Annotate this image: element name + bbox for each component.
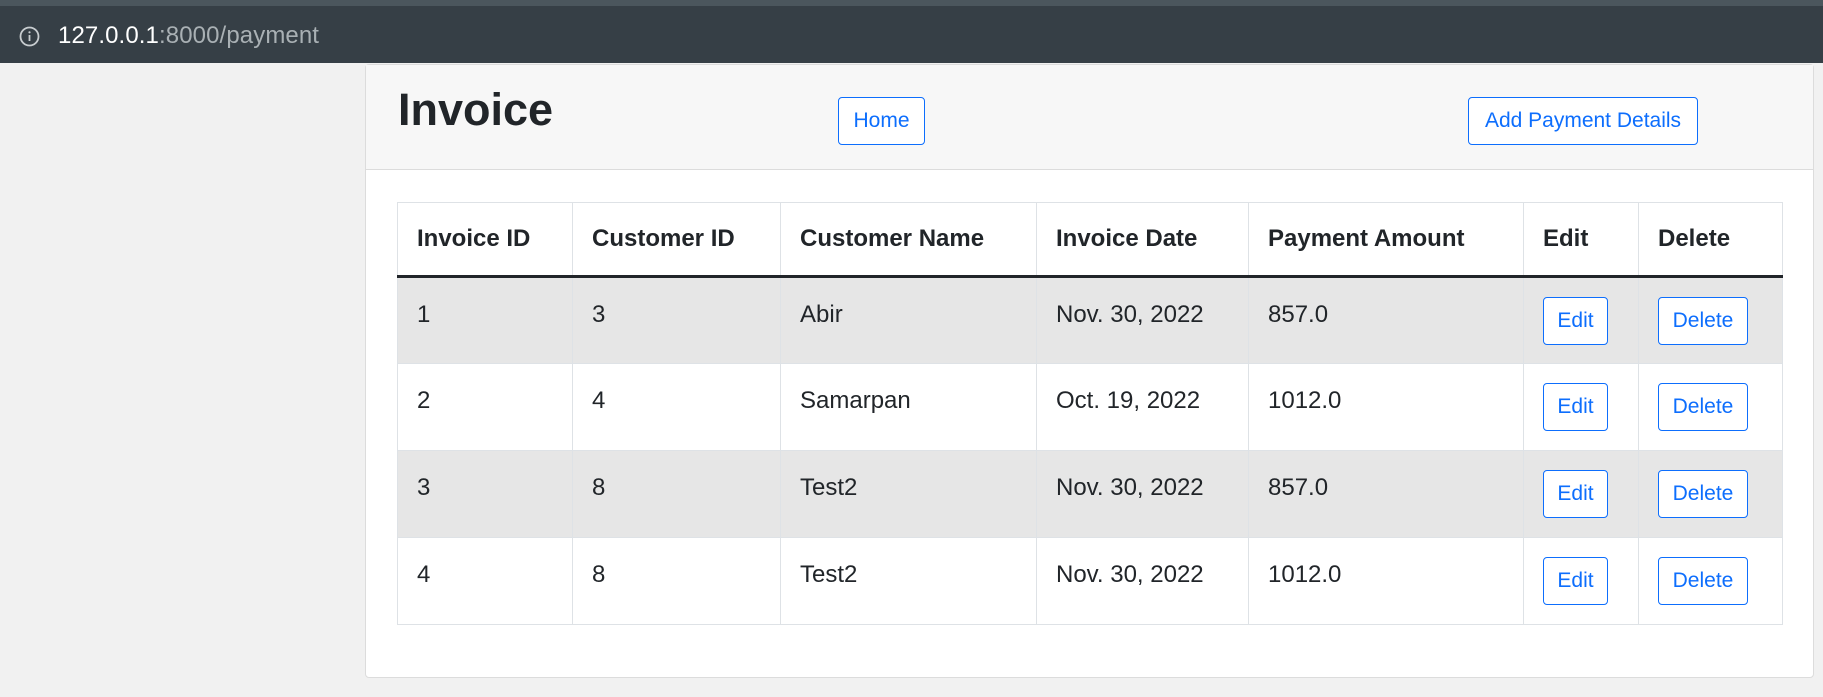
invoice-table: Invoice ID Customer ID Customer Name Inv… [397, 202, 1783, 625]
cell-payment-amount: 1012.0 [1248, 363, 1524, 451]
edit-button[interactable]: Edit [1543, 383, 1608, 431]
cell-edit: Edit [1523, 363, 1639, 451]
add-payment-details-button[interactable]: Add Payment Details [1468, 97, 1698, 145]
column-header-customer-name: Customer Name [780, 202, 1037, 278]
url-host: 127.0.0.1 [58, 22, 159, 49]
column-header-customer-id: Customer ID [572, 202, 781, 278]
cell-delete: Delete [1638, 363, 1783, 451]
cell-invoice-date: Nov. 30, 2022 [1036, 450, 1249, 538]
table-row: 3 8 Test2 Nov. 30, 2022 857.0 Edit Delet… [397, 450, 1783, 538]
table-row: 4 8 Test2 Nov. 30, 2022 1012.0 Edit Dele… [397, 537, 1783, 625]
invoice-card: Invoice Home Add Payment Details Invoice… [365, 64, 1814, 678]
cell-payment-amount: 1012.0 [1248, 537, 1524, 625]
cell-invoice-date: Nov. 30, 2022 [1036, 537, 1249, 625]
column-header-payment-amount: Payment Amount [1248, 202, 1524, 278]
browser-address-bar: 127.0.0.1:8000/payment [0, 0, 1823, 63]
cell-customer-id: 3 [572, 276, 781, 364]
edit-button[interactable]: Edit [1543, 557, 1608, 605]
card-header: Invoice Home Add Payment Details [366, 65, 1813, 170]
cell-invoice-id: 3 [397, 450, 573, 538]
url-field[interactable]: 127.0.0.1:8000/payment [58, 22, 319, 50]
column-header-edit: Edit [1523, 202, 1639, 278]
edit-button[interactable]: Edit [1543, 296, 1608, 345]
table-header-row: Invoice ID Customer ID Customer Name Inv… [397, 202, 1783, 278]
cell-customer-id: 4 [572, 363, 781, 451]
cell-edit: Edit [1523, 537, 1639, 625]
edit-button[interactable]: Edit [1543, 470, 1608, 518]
delete-button[interactable]: Delete [1658, 296, 1748, 345]
delete-button[interactable]: Delete [1658, 557, 1748, 605]
cell-payment-amount: 857.0 [1248, 276, 1524, 364]
cell-invoice-date: Nov. 30, 2022 [1036, 276, 1249, 364]
cell-delete: Delete [1638, 276, 1783, 364]
page-title: Invoice [398, 84, 554, 135]
column-header-delete: Delete [1638, 202, 1783, 278]
cell-customer-id: 8 [572, 450, 781, 538]
cell-delete: Delete [1638, 537, 1783, 625]
column-header-invoice-date: Invoice Date [1036, 202, 1249, 278]
cell-customer-name: Abir [780, 276, 1037, 364]
cell-customer-name: Test2 [780, 537, 1037, 625]
home-button[interactable]: Home [838, 97, 925, 145]
cell-customer-name: Samarpan [780, 363, 1037, 451]
cell-invoice-id: 1 [397, 276, 573, 364]
cell-invoice-date: Oct. 19, 2022 [1036, 363, 1249, 451]
cell-payment-amount: 857.0 [1248, 450, 1524, 538]
cell-customer-name: Test2 [780, 450, 1037, 538]
cell-delete: Delete [1638, 450, 1783, 538]
cell-edit: Edit [1523, 450, 1639, 538]
cell-invoice-id: 2 [397, 363, 573, 451]
url-path: :8000/payment [159, 22, 320, 49]
invoice-table-wrapper: Invoice ID Customer ID Customer Name Inv… [397, 202, 1783, 625]
cell-customer-id: 8 [572, 537, 781, 625]
delete-button[interactable]: Delete [1658, 383, 1748, 431]
info-icon[interactable] [19, 26, 40, 47]
cell-invoice-id: 4 [397, 537, 573, 625]
cell-edit: Edit [1523, 276, 1639, 364]
delete-button[interactable]: Delete [1658, 470, 1748, 518]
table-row: 2 4 Samarpan Oct. 19, 2022 1012.0 Edit D… [397, 363, 1783, 451]
table-row: 1 3 Abir Nov. 30, 2022 857.0 Edit Delete [397, 276, 1783, 364]
column-header-invoice-id: Invoice ID [397, 202, 573, 278]
